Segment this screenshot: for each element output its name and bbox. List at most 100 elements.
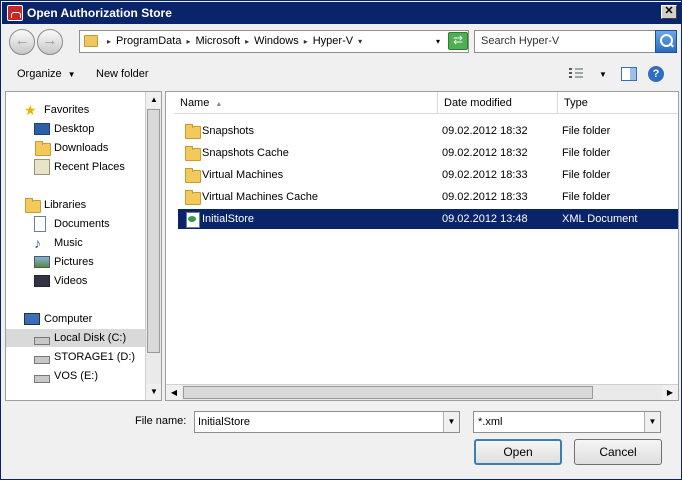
scroll-up-icon[interactable]: ▲ [146,92,161,108]
command-toolbar: Organize ▼ New folder ▼ ? [2,59,681,89]
sidebar-item-local-disk-c[interactable]: Local Disk (C:) [6,329,146,347]
sidebar-item-videos[interactable]: Videos [34,272,87,290]
breadcrumb: ▸ ProgramData ▸ Microsoft ▸ Windows ▸ Hy… [102,35,367,47]
sidebar-item-recent-places[interactable]: Recent Places [34,158,125,176]
videos-icon [34,275,50,287]
music-icon: ♪ [34,235,41,251]
sidebar-item-music[interactable]: ♪ Music [34,234,83,252]
window-title: Open Authorization Store [27,6,172,20]
folder-icon [184,123,201,139]
documents-icon [34,216,46,232]
breadcrumb-separator-icon[interactable]: ▾ [358,37,362,46]
preview-pane-icon[interactable] [621,67,637,81]
scroll-left-icon[interactable]: ◀ [166,385,182,400]
sidebar-item-storage1-d[interactable]: STORAGE1 (D:) [34,348,135,366]
sidebar-item-pictures[interactable]: Pictures [34,253,94,271]
file-row-virtual-machines[interactable]: Virtual Machines 09.02.2012 18:33 File f… [178,165,678,185]
file-name: Snapshots Cache [202,147,289,159]
cancel-button[interactable]: Cancel [574,439,662,465]
chevron-down-icon[interactable]: ▼ [644,412,660,432]
computer-icon [24,313,40,325]
sort-ascending-icon: ▲ [215,101,223,108]
view-options-dropdown-icon[interactable]: ▼ [599,70,607,79]
folder-icon [184,167,201,183]
sidebar-item-label: Desktop [54,123,95,135]
breadcrumb-item-hyper-v[interactable]: Hyper-V [313,35,353,47]
sidebar-item-favorites[interactable]: ★ Favorites [24,101,89,119]
file-list-horizontal-scrollbar[interactable]: ◀ ▶ [166,384,678,400]
file-row-snapshots[interactable]: Snapshots 09.02.2012 18:32 File folder [178,121,678,141]
drive-icon [34,356,50,364]
change-view-icon[interactable] [569,68,583,80]
pictures-icon [34,256,50,268]
forward-button[interactable]: → [37,29,63,55]
sidebar-item-computer[interactable]: Computer [24,310,92,328]
file-row-snapshots-cache[interactable]: Snapshots Cache 09.02.2012 18:32 File fo… [178,143,678,163]
sidebar-item-label: Computer [44,313,93,325]
chevron-down-icon: ▼ [67,70,76,79]
breadcrumb-item-windows[interactable]: Windows [254,35,299,47]
sidebar-item-downloads[interactable]: Downloads [34,139,108,157]
sidebar-item-label: Libraries [44,199,87,211]
sidebar-item-label: VOS (E:) [54,370,99,382]
column-header-date-modified[interactable]: Date modified [438,92,558,114]
authorization-store-icon [7,5,23,21]
address-bar[interactable]: ▸ ProgramData ▸ Microsoft ▸ Windows ▸ Hy… [79,30,469,53]
close-button[interactable]: ✕ [661,5,677,19]
organize-button[interactable]: Organize ▼ [17,68,76,80]
file-date: 09.02.2012 18:33 [442,169,528,181]
column-header-name[interactable]: Name ▲ [174,92,438,114]
new-folder-button[interactable]: New folder [96,68,149,80]
sidebar-item-label: Music [54,237,83,249]
sidebar-item-vos-e[interactable]: VOS (E:) [34,367,98,385]
search-icon[interactable] [655,30,677,53]
file-type-select[interactable]: *.xml ▼ [473,411,661,433]
sidebar-item-documents[interactable]: Documents [34,215,110,233]
sidebar-item-label: Favorites [44,104,90,116]
folder-icon [184,189,201,205]
refresh-button[interactable]: ⇄ [448,32,468,50]
breadcrumb-separator-icon[interactable]: ▸ [107,37,111,46]
sidebar-item-libraries[interactable]: Libraries [24,196,86,214]
sidebar-item-label: Pictures [54,256,94,268]
file-name-input[interactable]: InitialStore [198,416,250,428]
file-row-initialstore[interactable]: InitialStore 09.02.2012 13:48 XML Docume… [178,209,678,229]
folder-icon [84,35,98,47]
scrollbar-thumb[interactable] [147,109,160,353]
file-type: File folder [562,125,611,137]
file-date: 09.02.2012 18:33 [442,191,528,203]
back-button[interactable]: ← [9,29,35,55]
address-history-dropdown-icon[interactable]: ▾ [436,37,440,46]
file-name: InitialStore [202,213,254,225]
breadcrumb-item-microsoft[interactable]: Microsoft [195,35,240,47]
search-input[interactable]: Search Hyper-V [481,35,559,47]
file-name-combobox[interactable]: InitialStore ▼ [194,411,460,433]
file-type: File folder [562,169,611,181]
sidebar-item-label: Downloads [54,142,109,154]
breadcrumb-separator-icon[interactable]: ▸ [186,37,190,46]
sidebar-item-label: Local Disk (C:) [54,332,127,344]
organize-label: Organize [17,68,62,80]
desktop-icon [34,123,50,135]
drive-icon [34,375,50,383]
breadcrumb-separator-icon[interactable]: ▸ [245,37,249,46]
column-header-type[interactable]: Type [558,92,678,114]
sidebar-item-desktop[interactable]: Desktop [34,120,94,138]
scroll-down-icon[interactable]: ▼ [146,384,161,400]
breadcrumb-separator-icon[interactable]: ▸ [304,37,308,46]
file-type: File folder [562,191,611,203]
navigation-pane-scrollbar[interactable]: ▲ ▼ [145,92,161,400]
breadcrumb-item-programdata[interactable]: ProgramData [116,35,181,47]
chevron-down-icon[interactable]: ▼ [443,412,459,432]
scrollbar-thumb[interactable] [183,386,593,399]
file-name: Virtual Machines [202,169,284,181]
recent-places-icon [34,159,50,175]
search-box[interactable]: Search Hyper-V [474,30,677,53]
help-icon[interactable]: ? [648,66,664,82]
file-name-label: File name: [135,415,187,427]
file-row-virtual-machines-cache[interactable]: Virtual Machines Cache 09.02.2012 18:33 … [178,187,678,207]
scroll-right-icon[interactable]: ▶ [662,385,678,400]
libraries-icon [24,197,41,213]
open-authorization-store-dialog: Open Authorization Store ✕ ← → ▸ Program… [0,0,682,480]
open-button[interactable]: Open [474,439,562,465]
